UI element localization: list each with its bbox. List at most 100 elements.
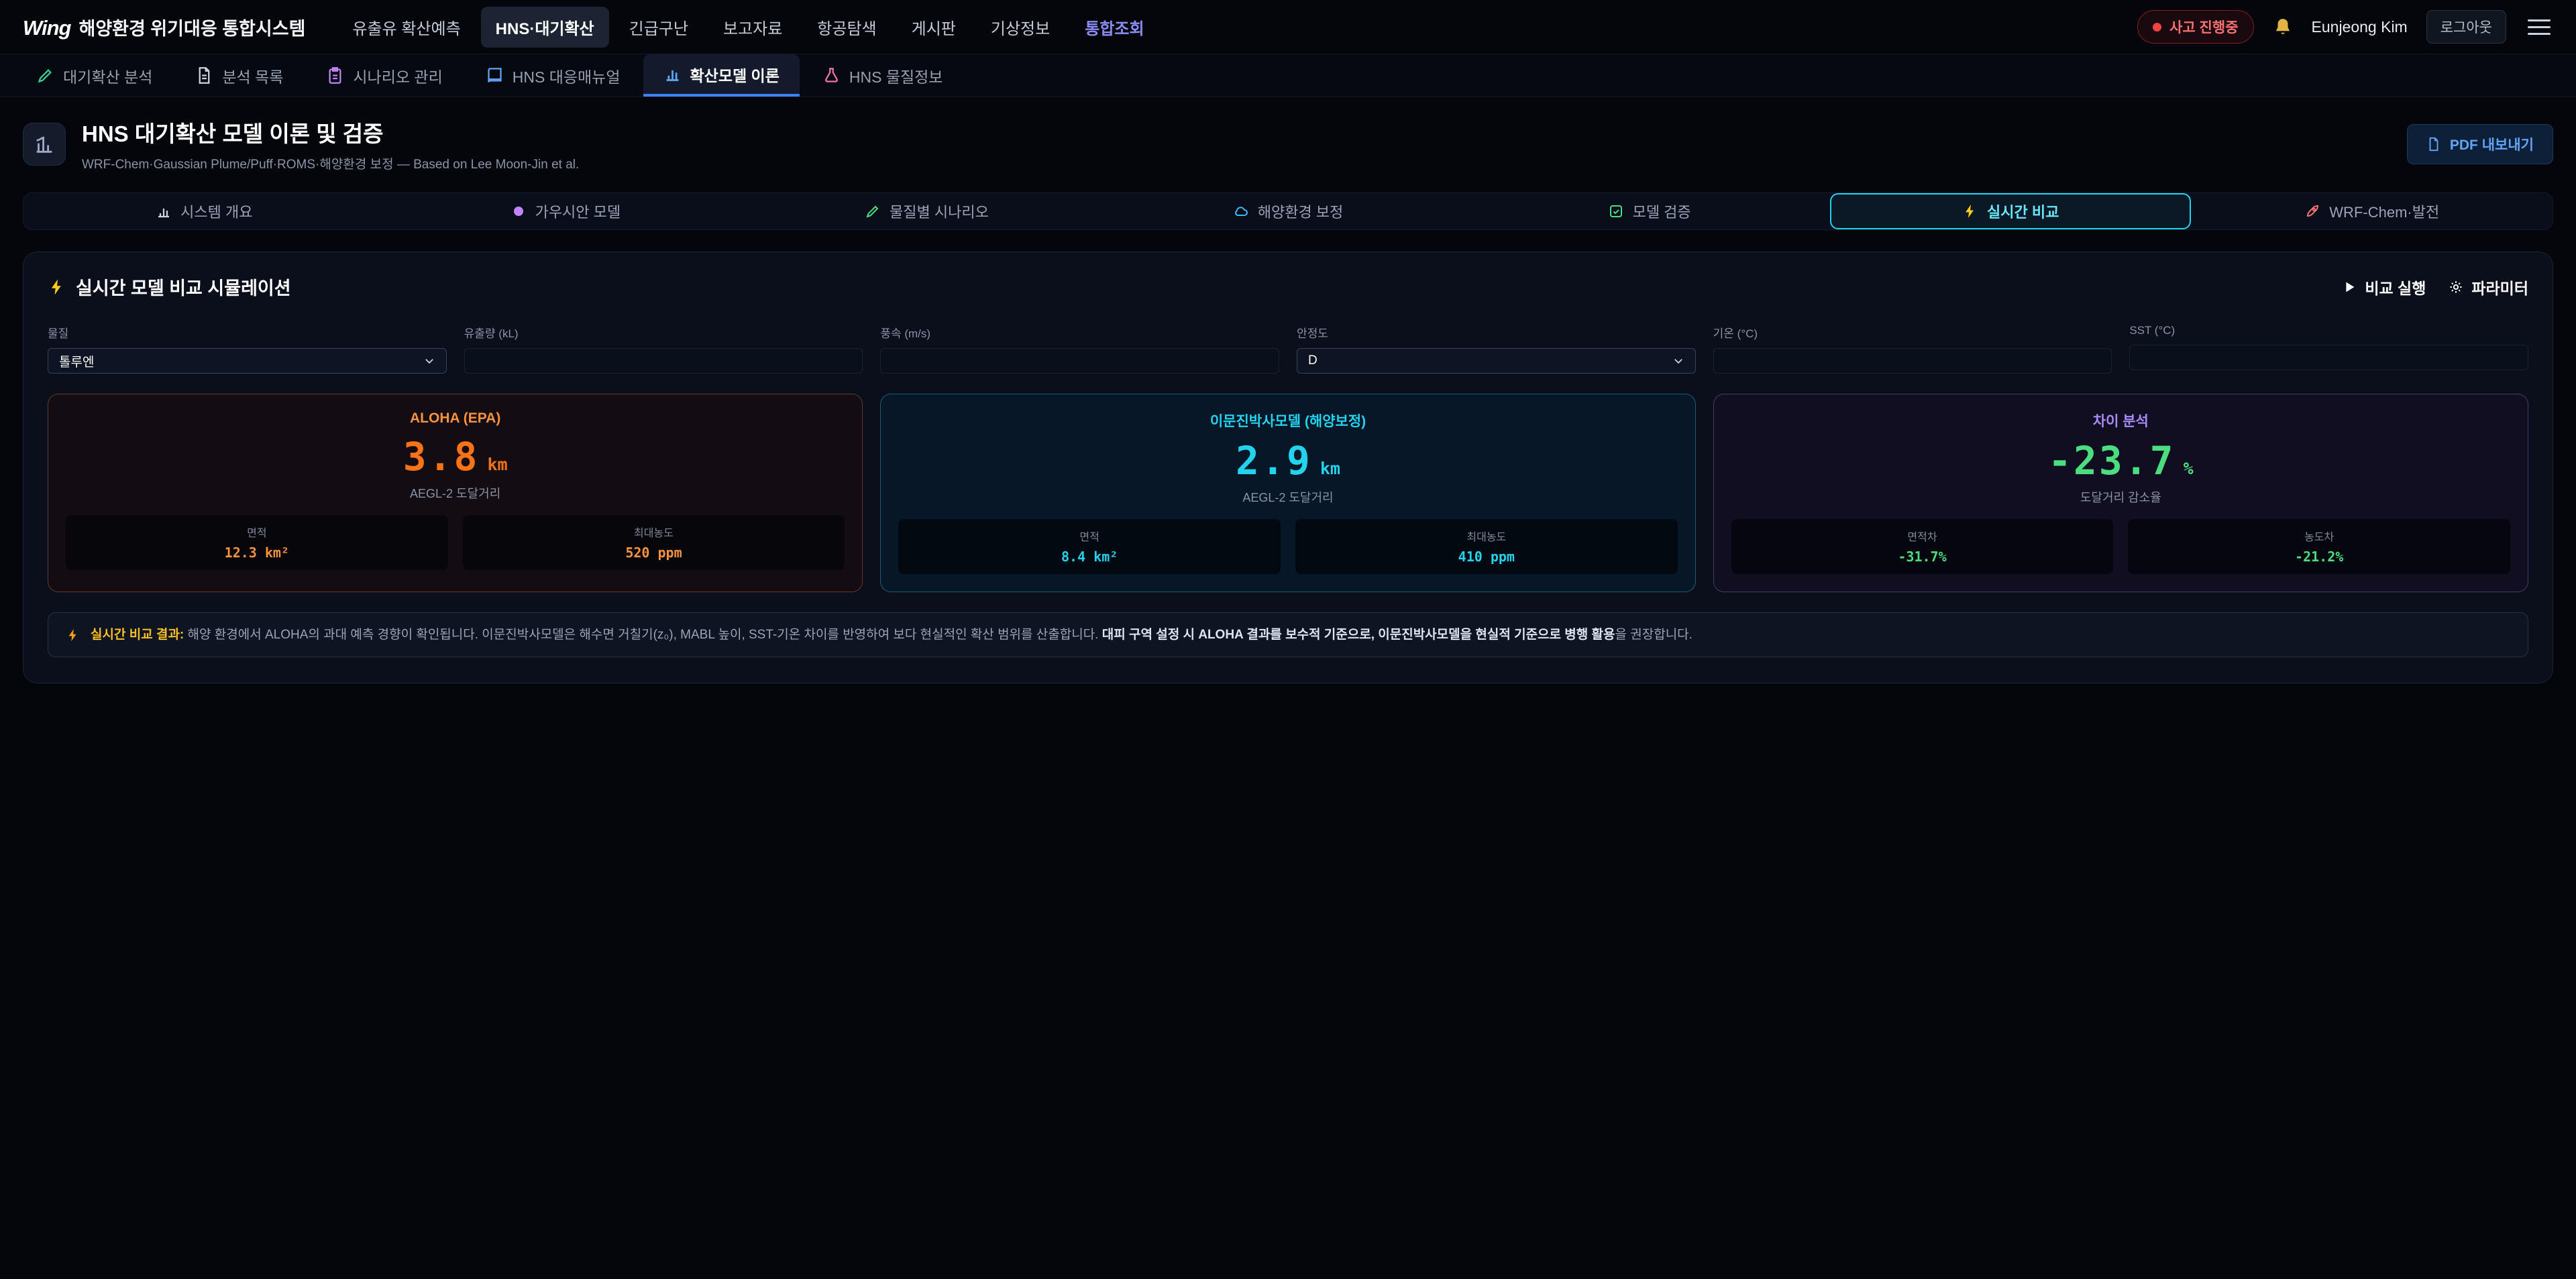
- bar-chart-icon: [156, 203, 172, 219]
- section-tab-gaussian-model[interactable]: 가우시안 모델: [385, 193, 747, 229]
- result-card-stats: 면적차 -31.7% 농도차 -21.2%: [1731, 519, 2510, 574]
- nav-item-board[interactable]: 게시판: [897, 7, 971, 48]
- air-temperature-input[interactable]: [1713, 348, 2112, 374]
- run-comparison-button[interactable]: 비교 실행: [2342, 276, 2426, 298]
- stat-max-concentration: 최대농도 410 ppm: [1295, 519, 1678, 574]
- panel-title: 실시간 모델 비교 시뮬레이션: [48, 274, 291, 300]
- nav-item-rescue[interactable]: 긴급구난: [614, 7, 703, 48]
- subtab-label: 대기확산 분석: [63, 64, 152, 87]
- section-tab-label: 해양환경 보정: [1258, 201, 1344, 222]
- rocket-icon: [2304, 203, 2320, 219]
- section-tabs: 시스템 개요 가우시안 모델 물질별 시나리오 해양환경 보정 모델 검증 실시…: [23, 192, 2553, 230]
- field-label: 안정도: [1297, 324, 1696, 341]
- topnav-right-controls: 사고 진행중 Eunjeong Kim 로그아웃: [2137, 10, 2553, 44]
- stat-concentration-difference: 농도차 -21.2%: [2128, 519, 2510, 574]
- section-tab-marine-correction[interactable]: 해양환경 보정: [1108, 193, 1469, 229]
- stat-max-concentration: 최대농도 520 ppm: [463, 515, 845, 570]
- subtab-label: 확산모델 이론: [690, 63, 780, 86]
- model-chart-icon: [23, 123, 66, 166]
- incident-badge-label: 사고 진행중: [2169, 17, 2238, 37]
- subtab-diffusion-model-theory[interactable]: 확산모델 이론: [643, 54, 800, 97]
- result-card-value: 2.9km: [898, 441, 1677, 480]
- result-card-value: 3.8km: [66, 437, 845, 476]
- logout-button[interactable]: 로그아웃: [2426, 10, 2506, 44]
- page-header: HNS 대기확산 모델 이론 및 검증 WRF-Chem·Gaussian Pl…: [0, 97, 2576, 190]
- subtab-label: 시나리오 관리: [353, 64, 442, 87]
- nav-item-integrated-search[interactable]: 통합조회: [1070, 7, 1159, 48]
- file-icon: [195, 66, 213, 85]
- page-header-text: HNS 대기확산 모델 이론 및 검증 WRF-Chem·Gaussian Pl…: [82, 116, 579, 172]
- pdf-file-icon: [2426, 137, 2441, 152]
- bar-chart-icon: [663, 65, 682, 83]
- section-tab-label: WRF-Chem·발전: [2329, 201, 2439, 222]
- chevron-down-icon: [423, 355, 435, 367]
- field-label: 물질: [48, 324, 447, 341]
- result-card-title: 차이 분석: [1731, 410, 2510, 431]
- result-card-value: -23.7%: [1731, 441, 2510, 480]
- nav-item-aerial-search[interactable]: 항공탐색: [802, 7, 891, 48]
- spill-volume-input[interactable]: [464, 348, 863, 374]
- subtab-atmos-analysis[interactable]: 대기확산 분석: [16, 54, 172, 97]
- sst-input[interactable]: [2129, 345, 2528, 370]
- result-card-aloha: ALOHA (EPA) 3.8km AEGL-2 도달거리 면적 12.3 km…: [48, 394, 863, 592]
- nav-item-oil-spill[interactable]: 유출유 확산예측: [337, 7, 475, 48]
- wind-speed-input[interactable]: [880, 348, 1279, 374]
- field-sst: SST (°C): [2129, 324, 2528, 374]
- bell-icon[interactable]: [2273, 17, 2293, 37]
- nav-item-reports[interactable]: 보고자료: [708, 7, 797, 48]
- result-card-caption: 도달거리 감소율: [1731, 488, 2510, 506]
- subtab-hns-substance-info[interactable]: HNS 물질정보: [802, 54, 963, 97]
- section-tab-realtime-comparison[interactable]: 실시간 비교: [1830, 193, 2192, 229]
- stability-select[interactable]: D: [1297, 348, 1696, 374]
- subtab-label: HNS 대응매뉴얼: [513, 64, 621, 87]
- substance-select[interactable]: 톨루엔: [48, 348, 447, 374]
- section-tab-label: 모델 검증: [1633, 201, 1691, 222]
- parameters-button[interactable]: 파라미터: [2449, 276, 2528, 298]
- top-navigation: Wing 해양환경 위기대응 통합시스템 유출유 확산예측 HNS·대기확산 긴…: [0, 0, 2576, 54]
- stat-area: 면적 8.4 km²: [898, 519, 1281, 574]
- lightning-icon: [48, 278, 66, 296]
- chevron-down-icon: [1672, 355, 1684, 367]
- section-tab-model-validation[interactable]: 모델 검증: [1468, 193, 1830, 229]
- section-tab-label: 물질별 시나리오: [890, 201, 989, 222]
- subtab-label: 분석 목록: [222, 64, 283, 87]
- pdf-export-button[interactable]: PDF 내보내기: [2407, 124, 2553, 164]
- incident-status-badge[interactable]: 사고 진행중: [2137, 10, 2253, 44]
- field-label: 기온 (°C): [1713, 324, 2112, 341]
- gear-icon: [2449, 280, 2463, 294]
- play-icon: [2342, 280, 2357, 294]
- stat-area: 면적 12.3 km²: [66, 515, 448, 570]
- section-tab-label: 가우시안 모델: [535, 201, 621, 222]
- substance-select-value: 톨루엔: [59, 352, 94, 370]
- hamburger-menu-icon[interactable]: [2525, 15, 2553, 39]
- result-card-stats: 면적 8.4 km² 최대농도 410 ppm: [898, 519, 1677, 574]
- field-spill-volume: 유출량 (kL): [464, 324, 863, 374]
- subtab-analysis-list[interactable]: 분석 목록: [175, 54, 303, 97]
- result-card-lee-model: 이문진박사모델 (해양보정) 2.9km AEGL-2 도달거리 면적 8.4 …: [880, 394, 1695, 592]
- sub-navigation: 대기확산 분석 분석 목록 시나리오 관리 HNS 대응매뉴얼 확산모델 이론 …: [0, 54, 2576, 97]
- app-brand: Wing 해양환경 위기대응 통합시스템: [23, 14, 305, 40]
- check-square-icon: [1608, 203, 1624, 219]
- user-name: Eunjeong Kim: [2312, 18, 2408, 36]
- result-card-caption: AEGL-2 도달거리: [898, 488, 1677, 506]
- subtab-scenario-manager[interactable]: 시나리오 관리: [306, 54, 462, 97]
- subtab-label: HNS 물질정보: [849, 64, 943, 87]
- flask-icon: [822, 66, 841, 85]
- field-wind-speed: 풍속 (m/s): [880, 324, 1279, 374]
- main-menu: 유출유 확산예측 HNS·대기확산 긴급구난 보고자료 항공탐색 게시판 기상정…: [337, 7, 1159, 48]
- panel-header: 실시간 모델 비교 시뮬레이션 비교 실행 파라미터: [48, 274, 2528, 300]
- incident-dot-icon: [2153, 23, 2161, 32]
- section-tab-substance-scenarios[interactable]: 물질별 시나리오: [746, 193, 1108, 229]
- section-tab-system-overview[interactable]: 시스템 개요: [23, 193, 385, 229]
- subtab-hns-manual[interactable]: HNS 대응매뉴얼: [466, 54, 641, 97]
- nav-item-weather[interactable]: 기상정보: [976, 7, 1065, 48]
- note-text: 실시간 비교 결과: 해양 환경에서 ALOHA의 과대 예측 경향이 확인됩니…: [91, 625, 1693, 645]
- nav-item-hns-atmos[interactable]: HNS·대기확산: [481, 7, 609, 48]
- lightning-icon: [66, 628, 80, 643]
- simulation-parameter-form: 물질 톨루엔 유출량 (kL) 풍속 (m/s) 안정도 D 기온 (°C): [48, 324, 2528, 374]
- cloud-icon: [1233, 203, 1249, 219]
- result-card-caption: AEGL-2 도달거리: [66, 484, 845, 502]
- section-tab-wrf-chem[interactable]: WRF-Chem·발전: [2191, 193, 2553, 229]
- section-tab-label: 실시간 비교: [1987, 201, 2059, 222]
- result-card-title: 이문진박사모델 (해양보정): [898, 410, 1677, 431]
